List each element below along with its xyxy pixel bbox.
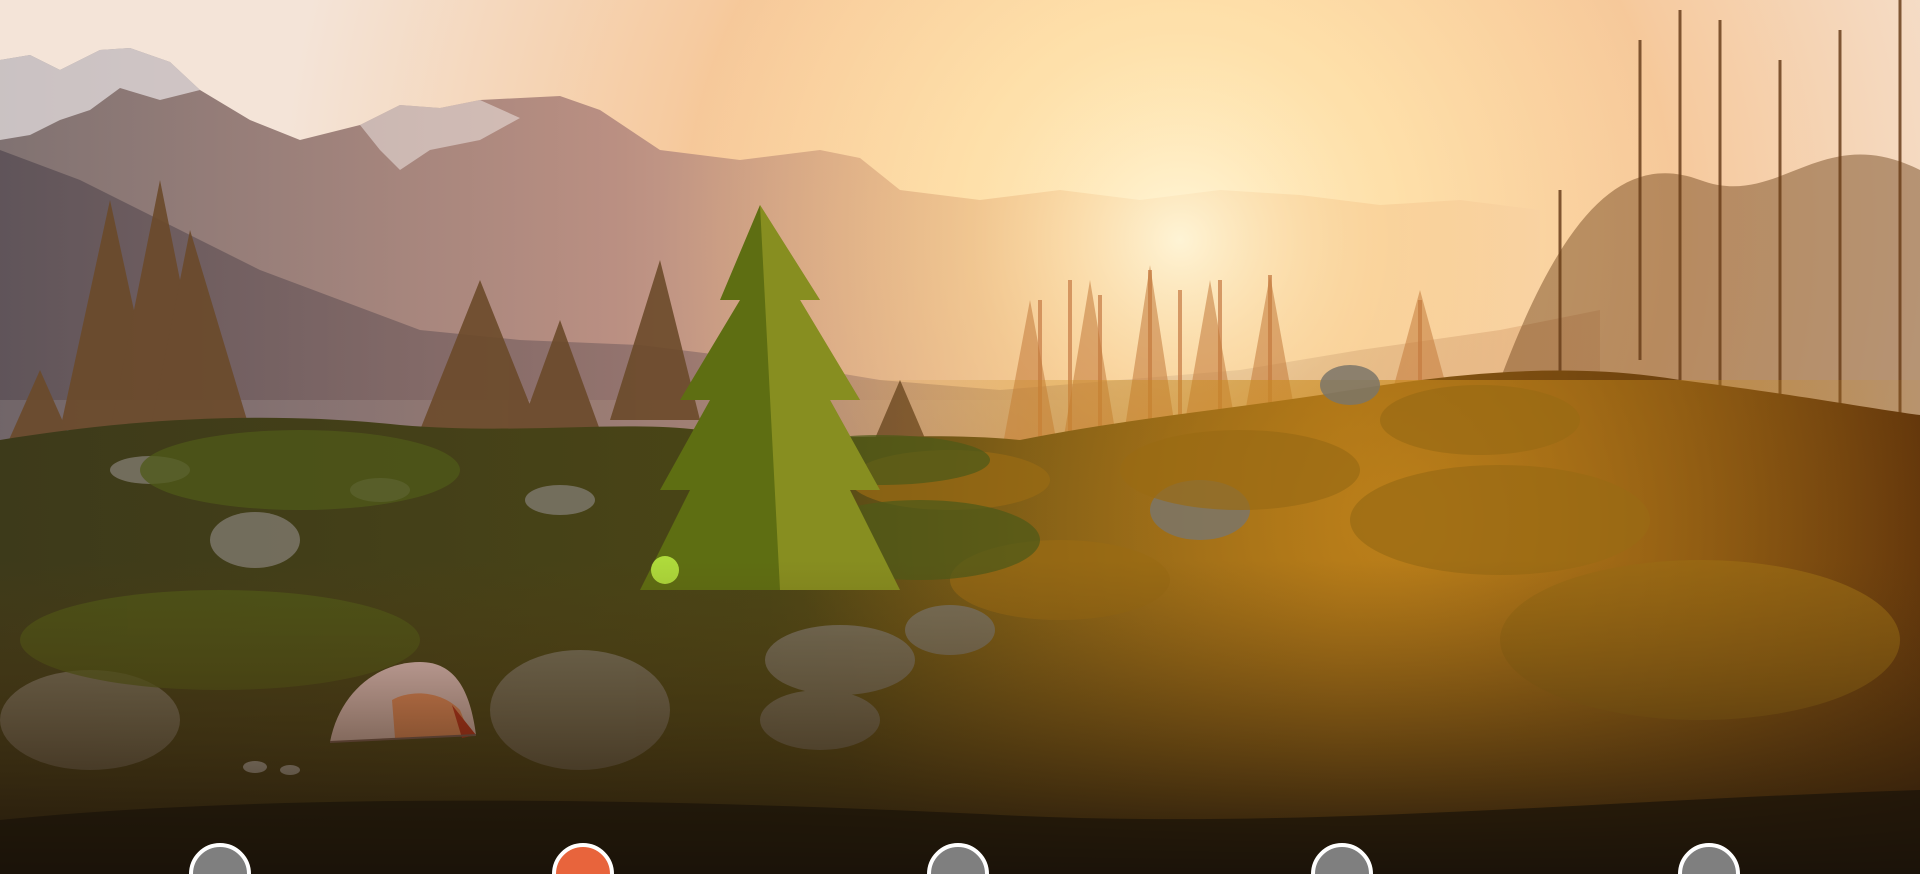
hero-image bbox=[0, 0, 1920, 877]
landscape-photo bbox=[0, 0, 1920, 877]
